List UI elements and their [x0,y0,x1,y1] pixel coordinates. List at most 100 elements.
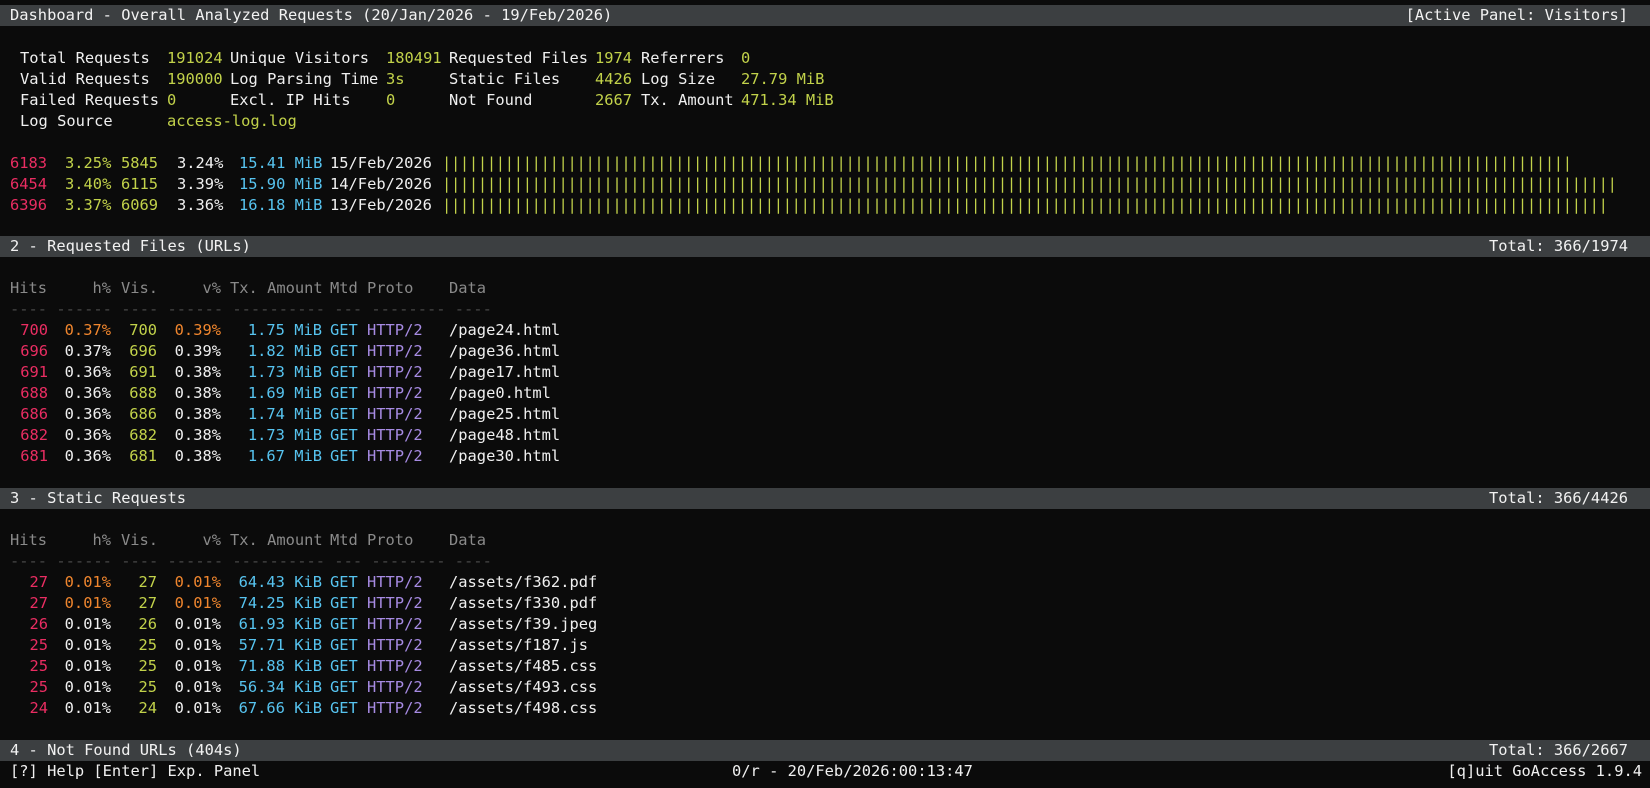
row-data[interactable]: /assets/f187.js [449,635,588,656]
row-protocol: HTTP/2 [367,657,423,675]
table-row[interactable]: 25 0.01% 25 0.01% 71.88 KiB GET HTTP/2/assets/… [0,656,1650,677]
quit-hint[interactable]: [q]uit GoAccess 1.9.4 [1447,761,1642,782]
table-row[interactable]: 700 0.37% 700 0.39% 1.75 MiB GET HTTP/2/page24… [0,320,1650,341]
row-tx-amount: 57.71 KiB [238,636,322,654]
row-data[interactable]: /page17.html [449,362,560,383]
row-visitors: 681 [129,447,157,465]
col-data: Data [449,531,487,549]
visitor-hits-pct: 3.37% [65,196,112,214]
table-row[interactable]: 25 0.01% 25 0.01% 56.34 KiB GET HTTP/2/assets/… [0,677,1650,698]
table-separator: ---- ------ ---- ------ ---------- --- -… [10,300,492,318]
table-row[interactable]: 686 0.36% 686 0.38% 1.74 MiB GET HTTP/2/page25… [0,404,1650,425]
visitor-tx: 15.41 MiB [239,154,323,172]
row-data[interactable]: /page24.html [449,320,560,341]
static-requests-panel-header[interactable]: 3 - Static Requests Total: 366/4426 [0,488,1650,509]
table-row[interactable]: 696 0.37% 696 0.39% 1.82 MiB GET HTTP/2/page36… [0,341,1650,362]
table-row[interactable]: 691 0.36% 691 0.38% 1.73 MiB GET HTTP/2/page17… [0,362,1650,383]
row-data[interactable]: /page0.html [449,383,551,404]
static-files-label: Static Files [449,70,561,88]
row-tx-amount: 1.73 MiB [247,426,322,444]
row-data[interactable]: /assets/f485.css [449,656,597,677]
row-data[interactable]: /page48.html [449,425,560,446]
row-method: GET [330,321,358,339]
unique-visitors-value: 180491 [386,49,442,67]
row-visitors: 696 [129,342,157,360]
col-visitors-pct: v% [202,279,221,297]
row-protocol: HTTP/2 [367,573,423,591]
row-data[interactable]: /assets/f498.css [449,698,597,719]
row-visitors-pct: 0.38% [174,405,221,423]
requested-files-label: Requested Files [449,49,588,67]
row-hits-pct: 0.01% [64,615,111,633]
valid-requests-label: Valid Requests [20,70,150,88]
col-protocol: Proto [367,531,414,549]
not-found-value: 2667 [595,91,633,109]
table-row[interactable]: 27 0.01% 27 0.01% 74.25 KiB GET HTTP/2/assets/… [0,593,1650,614]
table-row[interactable]: 681 0.36% 681 0.38% 1.67 MiB GET HTTP/2/page30… [0,446,1650,467]
visitor-hits-pct: 3.40% [65,175,112,193]
row-visitors: 688 [129,384,157,402]
row-data[interactable]: /assets/f493.css [449,677,597,698]
visitor-hist-bar: ||||||||||||||||||||||||||||||||||||||||… [442,154,1572,172]
excl-ip-hits-value: 0 [386,91,396,109]
row-hits-pct: 0.01% [64,657,111,675]
row-visitors-pct: 0.01% [174,594,221,612]
row-method: GET [330,426,358,444]
row-protocol: HTTP/2 [367,594,423,612]
row-protocol: HTTP/2 [367,384,423,402]
visitor-row[interactable]: 6454 3.40% 6115 3.39% 15.90 MiB 14/Feb/2026 ||… [0,174,1650,195]
row-hits-pct: 0.36% [64,384,111,402]
requested-files-panel-header[interactable]: 2 - Requested Files (URLs) Total: 366/19… [0,236,1650,257]
log-source-value: access-log.log [167,112,297,130]
requested-files-panel-title: 2 - Requested Files (URLs) [10,237,251,255]
row-data[interactable]: /assets/f330.pdf [449,593,597,614]
table-row[interactable]: 26 0.01% 26 0.01% 61.93 KiB GET HTTP/2/assets/… [0,614,1650,635]
col-visitors: Vis. [121,531,159,549]
row-tx-amount: 1.75 MiB [247,321,322,339]
row-data[interactable]: /assets/f39.jpeg [449,614,597,635]
row-visitors: 27 [138,573,157,591]
row-protocol: HTTP/2 [367,363,423,381]
row-data[interactable]: /assets/f362.pdf [449,572,597,593]
row-data[interactable]: /page30.html [449,446,560,467]
row-hits-pct: 0.01% [64,678,111,696]
table-row[interactable]: 25 0.01% 25 0.01% 57.71 KiB GET HTTP/2/assets/… [0,635,1650,656]
row-protocol: HTTP/2 [367,447,423,465]
row-protocol: HTTP/2 [367,615,423,633]
dashboard-title: Dashboard - Overall Analyzed Requests (2… [10,6,613,24]
col-hits: Hits [10,279,48,297]
not-found-label: Not Found [449,91,533,109]
row-visitors-pct: 0.39% [174,321,221,339]
row-tx-amount: 74.25 KiB [238,594,322,612]
visitor-row[interactable]: 6183 3.25% 5845 3.24% 15.41 MiB 15/Feb/2026 ||… [0,153,1650,174]
row-protocol: HTTP/2 [367,678,423,696]
row-method: GET [330,384,358,402]
row-hits: 25 [29,678,48,696]
static-requests-panel-title: 3 - Static Requests [10,489,187,507]
row-visitors: 691 [129,363,157,381]
visitor-hits-pct: 3.25% [65,154,112,172]
row-tx-amount: 1.74 MiB [247,405,322,423]
col-visitors-pct: v% [202,531,221,549]
static-files-value: 4426 [595,70,633,88]
row-hits-pct: 0.37% [64,321,111,339]
row-data[interactable]: /page25.html [449,404,560,425]
row-method: GET [330,447,358,465]
table-row[interactable]: 27 0.01% 27 0.01% 64.43 KiB GET HTTP/2/assets/… [0,572,1650,593]
row-data[interactable]: /page36.html [449,341,560,362]
table-row[interactable]: 682 0.36% 682 0.38% 1.73 MiB GET HTTP/2/page48… [0,425,1650,446]
total-requests-label: Total Requests [20,49,150,67]
table-row[interactable]: 688 0.36% 688 0.38% 1.69 MiB GET HTTP/2/page0.… [0,383,1650,404]
col-hits-pct: h% [92,279,111,297]
help-hint[interactable]: [?] Help [Enter] Exp. Panel [10,761,260,782]
row-visitors: 25 [138,678,157,696]
table-row[interactable]: 24 0.01% 24 0.01% 67.66 KiB GET HTTP/2/assets/… [0,698,1650,719]
total-requests-value: 191024 [167,49,223,67]
table-header: Hits h% Vis. v% Tx. Amount Mtd Proto Dat… [0,278,1650,299]
row-hits: 691 [20,363,48,381]
visitor-count: 6069 [121,196,159,214]
visitor-row[interactable]: 6396 3.37% 6069 3.36% 16.18 MiB 13/Feb/2026 ||… [0,195,1650,216]
row-method: GET [330,678,358,696]
not-found-panel-header[interactable]: 4 - Not Found URLs (404s) Total: 366/266… [0,740,1650,761]
referrers-label: Referrers [641,49,725,67]
